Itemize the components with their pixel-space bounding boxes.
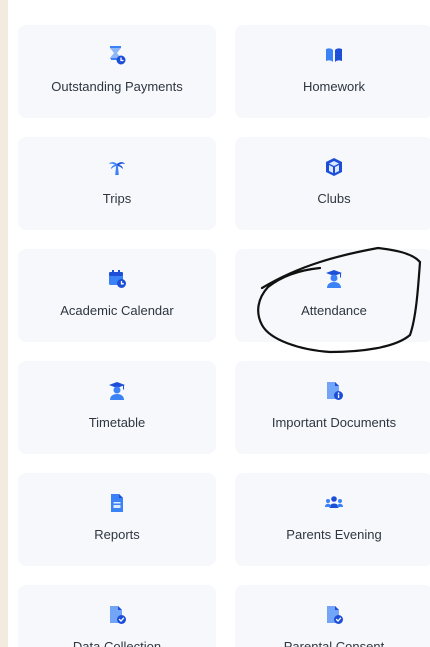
document-check-icon [327, 606, 343, 624]
tile-label: Parents Evening [286, 527, 382, 542]
tile-label: Trips [102, 191, 132, 206]
tile-clubs[interactable]: Clubs [235, 137, 430, 230]
book-open-icon [326, 48, 342, 62]
cube-icon [326, 158, 342, 176]
graduate-user-icon [326, 270, 342, 288]
calendar-clock-icon [109, 270, 126, 288]
palm-tree-icon [109, 162, 125, 175]
tile-important-documents[interactable]: Important Documents [235, 361, 430, 454]
graduate-user-icon [109, 382, 125, 400]
tile-label: Data Collection [72, 639, 162, 647]
report-document-icon [111, 494, 123, 512]
tile-reports[interactable]: Reports [18, 473, 216, 566]
tile-academic-calendar[interactable]: Academic Calendar [18, 249, 216, 342]
tile-label: Clubs [317, 191, 351, 206]
document-check-icon [110, 606, 126, 624]
hourglass-clock-icon [110, 46, 126, 65]
tile-data-collection[interactable]: Data Collection [18, 585, 216, 647]
tile-outstanding-payments[interactable]: Outstanding Payments [18, 25, 216, 118]
tile-trips[interactable]: Trips [18, 137, 216, 230]
tile-timetable[interactable]: Timetable [18, 361, 216, 454]
tile-parental-consent[interactable]: Parental Consent [235, 585, 430, 647]
tile-label: Homework [302, 79, 366, 94]
tile-label: Important Documents [271, 415, 397, 430]
tile-label: Parental Consent [283, 639, 385, 647]
document-info-icon [327, 382, 343, 400]
tile-homework[interactable]: Homework [235, 25, 430, 118]
tile-parents-evening[interactable]: Parents Evening [235, 473, 430, 566]
menu-panel: Outstanding Payments Homework Trips Club… [8, 0, 430, 647]
tile-label: Reports [94, 527, 140, 542]
tile-label: Timetable [88, 415, 146, 430]
tile-label: Outstanding Payments [51, 79, 183, 94]
tile-attendance[interactable]: Attendance [235, 249, 430, 342]
menu-grid: Outstanding Payments Homework Trips Club… [18, 25, 430, 647]
tile-label: Attendance [301, 303, 367, 318]
users-group-icon [325, 496, 343, 508]
tile-label: Academic Calendar [60, 303, 174, 318]
